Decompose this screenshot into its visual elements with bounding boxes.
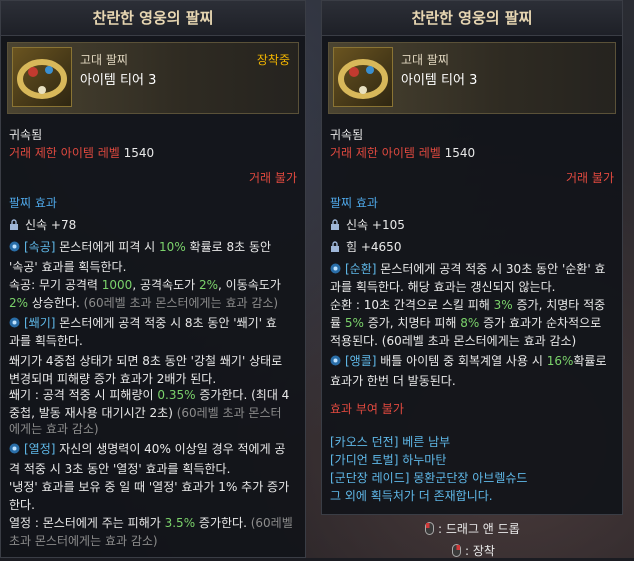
- effect-line: 에게는 효과 감소): [9, 422, 99, 436]
- acquisition-source: [카오스 던전] 베른 남부: [330, 435, 451, 449]
- effect-line: 과를 획득한다.: [9, 334, 83, 348]
- effect-line: 률 5% 증가, 치명타 피해 8% 증가 효과가 순차적으로: [330, 316, 602, 330]
- stat-row: 신속 +78: [9, 217, 76, 233]
- acquisition-source: [군단장 레이드] 몽환군단장 아브렐슈드: [330, 471, 528, 485]
- acquisition-source: [가디언 토벌] 하누마탄: [330, 453, 447, 467]
- stat-row: 신속 +105: [330, 217, 405, 233]
- item-title: 찬란한 영웅의 팔찌: [1, 1, 305, 36]
- effect-line: 한다.: [9, 498, 35, 512]
- effect-line: 초과 몬스터에게는 효과 감소): [9, 534, 158, 548]
- level-label: 거래 제한 아이템 레벨: [9, 146, 120, 160]
- effect-bullet-icon: [9, 442, 20, 454]
- item-tooltip-right: 찬란한 영웅의 팔찌 고대 팔찌 아이템 티어 3 귀속됨 거래 제한 아이템 …: [321, 0, 623, 515]
- effect-line: [열정] 자신의 생명력이 40% 이상일 경우 적에게 공: [9, 441, 285, 457]
- effect-line: 열정 : 몬스터에게 주는 피해가 3.5% 증가한다. (60레벨: [9, 516, 293, 530]
- item-grade: 고대 팔찌: [401, 53, 449, 67]
- mouse-icon: [425, 522, 434, 535]
- effect-line: 과를 획득한다. 해당 효과는 갱신되지 않는다.: [330, 280, 556, 294]
- bracelet-icon: [12, 47, 72, 107]
- bound-label: 귀속됨: [9, 128, 43, 142]
- effect-header: 팔찌 효과: [9, 196, 57, 210]
- bracelet-icon: [333, 47, 393, 107]
- lock-icon: [9, 218, 19, 230]
- lock-icon: [330, 240, 340, 252]
- stat-swiftness: 신속 +78: [25, 218, 77, 232]
- mouse-icon: [452, 544, 461, 557]
- item-card: 고대 팔찌 아이템 티어 3: [328, 42, 616, 114]
- grant-status: 효과 부여 불가: [330, 402, 404, 416]
- item-tooltip-left: 찬란한 영웅의 팔찌 고대 팔찌 아이템 티어 3 장착중 귀속됨 거래 제한 …: [0, 0, 306, 558]
- item-card: 고대 팔찌 아이템 티어 3 장착중: [7, 42, 299, 114]
- effect-line: 효과가 한번 더 발동된다.: [330, 374, 456, 388]
- item-grade: 고대 팔찌: [80, 53, 128, 67]
- item-title: 찬란한 영웅의 팔찌: [322, 1, 622, 36]
- effect-line: 순환 : 10초 간격으로 스킬 피해 3% 증가, 치명타 적중: [330, 298, 606, 312]
- effect-line: 변경되며 피해량 증가 효과가 2배가 된다.: [9, 372, 217, 386]
- effect-line: 격 적중 시 3초 동안 '열정' 효과를 획득한다.: [9, 462, 231, 476]
- level-value: 1540: [444, 146, 476, 160]
- effect-bullet-icon: [330, 354, 341, 366]
- effect-line: '냉정' 효과를 보유 중 일 때 '열정' 효과가 1% 추가 증가: [9, 480, 290, 494]
- item-tier: 아이템 티어 3: [80, 73, 157, 88]
- level-value: 1540: [123, 146, 155, 160]
- lock-icon: [330, 218, 340, 230]
- hint-equip: : 장착: [452, 543, 495, 559]
- hint-drag-drop: : 드래그 앤 드롭: [425, 521, 520, 537]
- stat-row: 힘 +4650: [330, 239, 401, 255]
- trade-status: 거래 불가: [249, 171, 297, 185]
- level-label: 거래 제한 아이템 레벨: [330, 146, 441, 160]
- effect-line: '속공' 효과를 획득한다.: [9, 260, 127, 274]
- stat-strength: 힘 +4650: [346, 240, 402, 254]
- effect-line: [쐐기] 몬스터에게 공격 적중 시 8초 동안 '쐐기' 효: [9, 315, 277, 331]
- effect-line: 중첩, 발동 재사용 대기시간 2초) (60레벨 초과 몬스터: [9, 406, 282, 420]
- effect-header: 팔찌 효과: [330, 196, 378, 210]
- effect-line: [속공] 몬스터에게 피격 시 10% 확률로 8초 동안: [9, 239, 271, 255]
- effect-line: 적용된다. (60레벨 초과 몬스터에게는 효과 감소): [330, 334, 577, 348]
- level-row: 거래 제한 아이템 레벨 1540: [9, 145, 154, 161]
- effect-bullet-icon: [9, 316, 20, 328]
- effect-line: 2% 상승한다. (60레벨 초과 몬스터에게는 효과 감소): [9, 296, 279, 310]
- bound-label: 귀속됨: [330, 128, 364, 142]
- trade-status: 거래 불가: [566, 171, 614, 185]
- effect-bullet-icon: [9, 240, 20, 252]
- equipped-badge: 장착중: [256, 53, 290, 67]
- acquisition-source-more: 그 외에 획득처가 더 존재합니다.: [330, 489, 493, 503]
- effect-line: [순환] 몬스터에게 공격 적중 시 30초 동안 '순환' 효: [330, 261, 605, 277]
- stat-swiftness: 신속 +105: [346, 218, 405, 232]
- item-tier: 아이템 티어 3: [401, 73, 478, 88]
- effect-line: 쐐기 : 공격 적중 시 피해량이 0.35% 증가한다. (최대 4: [9, 388, 290, 402]
- effect-line: [앵콜] 배틀 아이템 중 회복계열 사용 시 16%확률로: [330, 353, 606, 369]
- effect-line: 쐐기가 4중첩 상태가 되면 8초 동안 '강철 쐐기' 상태로: [9, 354, 283, 368]
- effect-bullet-icon: [330, 262, 341, 274]
- level-row: 거래 제한 아이템 레벨 1540: [330, 145, 475, 161]
- effect-line: 속공: 무기 공격력 1000, 공격속도가 2%, 이동속도가: [9, 278, 281, 292]
